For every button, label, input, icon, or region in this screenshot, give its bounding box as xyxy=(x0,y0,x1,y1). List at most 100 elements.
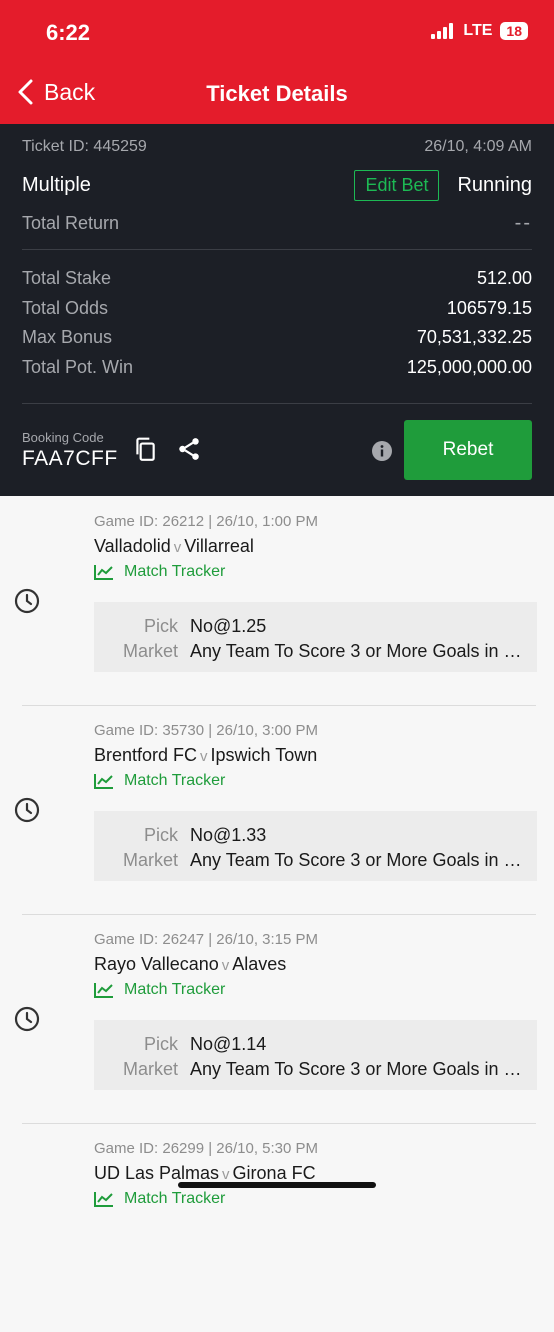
match-teams: UD Las Palmas v Girona FC xyxy=(94,1163,316,1184)
copy-icon[interactable] xyxy=(132,436,158,462)
divider xyxy=(22,1123,536,1124)
match-tracker-label: Match Tracker xyxy=(124,1190,226,1207)
game-item: Game ID: 26212 | 26/10, 1:00 PM Valladol… xyxy=(0,496,554,705)
chart-line-icon xyxy=(94,774,113,789)
game-item: Game ID: 26299 | 26/10, 5:30 PM UD Las P… xyxy=(0,1123,554,1332)
divider xyxy=(22,403,532,404)
status-time: 6:22 xyxy=(46,20,91,45)
bet-status: Running xyxy=(457,174,532,196)
match-tracker-link[interactable]: Match Tracker xyxy=(94,1190,225,1208)
info-icon[interactable] xyxy=(372,441,392,461)
battery-icon: 18 xyxy=(500,22,528,40)
total-return-label: Total Return xyxy=(22,213,120,233)
away-team: Villarreal xyxy=(184,536,254,556)
divider xyxy=(22,705,536,706)
away-team: Girona FC xyxy=(232,1163,316,1183)
divider xyxy=(22,914,536,915)
stat-row-bonus: Max Bonus 70,531,332.25 xyxy=(22,323,532,353)
match-tracker-label: Match Tracker xyxy=(124,981,226,998)
ticket-id-row: Ticket ID: 445259 26/10, 4:09 AM xyxy=(22,138,532,156)
bet-type: Multiple xyxy=(22,174,91,196)
stat-row-odds: Total Odds 106579.15 xyxy=(22,294,532,324)
pick-value: No@1.25 xyxy=(190,616,267,636)
game-list: Game ID: 26212 | 26/10, 1:00 PM Valladol… xyxy=(0,496,554,1332)
signal-icon xyxy=(431,23,454,39)
home-team: Brentford FC xyxy=(94,745,198,765)
stat-value: 125,000,000.00 xyxy=(406,356,532,377)
ticket-stats: Total Stake 512.00 Total Odds 106579.15 … xyxy=(22,264,532,382)
market-label: Market xyxy=(122,850,178,870)
edit-bet-button[interactable]: Edit Bet xyxy=(354,170,440,201)
stat-value: 106579.15 xyxy=(446,297,532,318)
chart-line-icon xyxy=(94,1192,113,1207)
chart-line-icon xyxy=(94,565,113,580)
ticket-datetime: 26/10, 4:09 AM xyxy=(424,138,532,155)
away-team: Ipswich Town xyxy=(210,745,318,765)
match-teams: Brentford FC v Ipswich Town xyxy=(94,745,317,766)
clock-icon xyxy=(14,588,40,614)
booking-code: FAA7CFF xyxy=(22,447,118,470)
page-title: Ticket Details xyxy=(206,81,348,106)
market-value: Any Team To Score 3 or More Goals in the… xyxy=(190,850,524,870)
pick-box: Pick No@1.33 Market Any Team To Score 3 or… xyxy=(94,811,537,881)
clock-icon xyxy=(14,1006,40,1032)
pick-value: No@1.14 xyxy=(190,1034,267,1054)
game-id: Game ID: 26212 | 26/10, 1:00 PM xyxy=(94,513,319,530)
game-item: Game ID: 26247 | 26/10, 3:15 PM Rayo Val… xyxy=(0,914,554,1123)
match-tracker-link[interactable]: Match Tracker xyxy=(94,981,225,999)
vs-label: v xyxy=(221,957,230,974)
game-id: Game ID: 35730 | 26/10, 3:00 PM xyxy=(94,722,319,739)
ticket-id: Ticket ID: 445259 xyxy=(22,138,147,155)
vs-label: v xyxy=(200,748,208,765)
market-value: Any Team To Score 3 or More Goals in the… xyxy=(190,641,524,661)
pick-label: Pick xyxy=(143,1034,178,1054)
stat-row-pot-win: Total Pot. Win 125,000,000.00 xyxy=(22,353,532,383)
chart-line-icon xyxy=(94,983,113,998)
home-indicator[interactable] xyxy=(178,1182,376,1188)
game-id: Game ID: 26299 | 26/10, 5:30 PM xyxy=(94,1140,319,1157)
booking-code-label: Booking Code xyxy=(22,430,104,445)
market-label: Market xyxy=(122,641,178,661)
stat-label: Total Stake xyxy=(22,268,112,289)
game-item: Game ID: 35730 | 26/10, 3:00 PM Brentfor… xyxy=(0,705,554,914)
total-return-row: Total Return -- xyxy=(22,212,532,235)
pick-box: Pick No@1.25 Market Any Team To Score 3 or… xyxy=(94,602,537,672)
divider xyxy=(22,249,532,250)
vs-label: v xyxy=(222,1166,230,1183)
pick-label: Pick xyxy=(143,616,178,636)
clock-icon xyxy=(14,797,40,823)
stat-value: 512.00 xyxy=(476,268,532,289)
status-indicators: LTE 18 xyxy=(431,22,528,40)
game-id: Game ID: 26247 | 26/10, 3:15 PM xyxy=(94,931,319,948)
pick-box: Pick No@1.14 Market Any Team To Score 3 or… xyxy=(94,1020,537,1090)
match-teams: Valladolid v Villarreal xyxy=(94,536,254,557)
stat-row-stake: Total Stake 512.00 xyxy=(22,264,532,294)
share-icon[interactable] xyxy=(176,436,202,462)
stat-label: Max Bonus xyxy=(22,327,113,348)
pick-value: No@1.33 xyxy=(190,825,267,845)
home-team: UD Las Palmas xyxy=(94,1163,220,1183)
total-return-value: -- xyxy=(514,212,532,234)
stat-label: Total Pot. Win xyxy=(22,356,134,377)
home-team: Valladolid xyxy=(94,536,171,556)
stat-label: Total Odds xyxy=(22,297,109,318)
ticket-summary: Ticket ID: 445259 26/10, 4:09 AM Multipl… xyxy=(0,124,554,496)
vs-label: v xyxy=(173,539,182,556)
network-type: LTE xyxy=(463,22,493,39)
status-bar: 6:22 LTE 18 xyxy=(0,0,554,66)
match-tracker-link[interactable]: Match Tracker xyxy=(94,563,225,581)
market-value: Any Team To Score 3 or More Goals in the… xyxy=(190,1059,524,1079)
stat-value: 70,531,332.25 xyxy=(416,327,532,348)
nav-bar: Back Ticket Details xyxy=(0,66,554,124)
rebet-button[interactable]: Rebet xyxy=(404,420,532,480)
match-tracker-label: Match Tracker xyxy=(124,563,226,580)
match-tracker-label: Match Tracker xyxy=(124,772,226,789)
home-team: Rayo Vallecano xyxy=(94,954,219,974)
match-tracker-link[interactable]: Match Tracker xyxy=(94,772,225,790)
match-teams: Rayo Vallecano v Alaves xyxy=(94,954,286,975)
booking-code-block: Booking Code FAA7CFF xyxy=(22,430,118,471)
away-team: Alaves xyxy=(232,954,287,974)
market-label: Market xyxy=(122,1059,178,1079)
bet-type-row: Multiple Edit Bet Running xyxy=(22,170,532,201)
pick-label: Pick xyxy=(143,825,178,845)
